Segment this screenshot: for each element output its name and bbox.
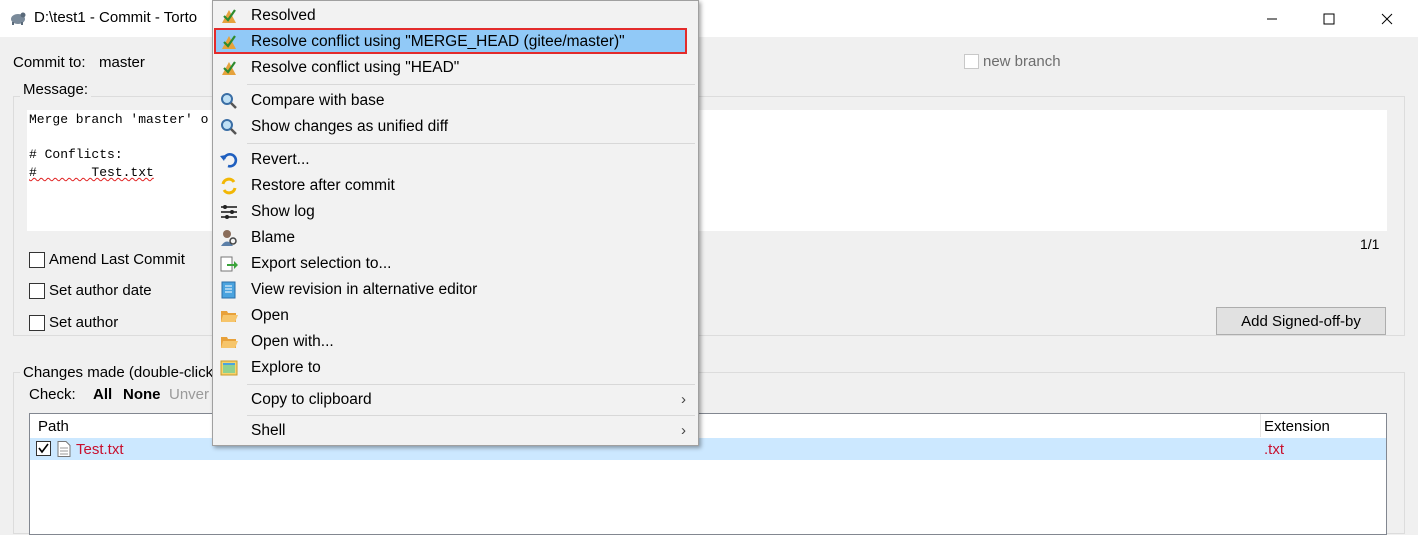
menu-item-label: Blame — [251, 229, 295, 246]
author-checkbox[interactable] — [29, 315, 45, 331]
branch-name: master — [99, 54, 145, 71]
menu-item-revert[interactable]: Revert... — [213, 147, 698, 173]
check-all-link[interactable]: All — [93, 386, 112, 403]
magnifier-icon — [221, 119, 237, 135]
check-unversioned-link[interactable]: Unver — [169, 386, 209, 403]
menu-item-label: Revert... — [251, 151, 310, 168]
chevron-right-icon: › — [681, 391, 686, 408]
tortoisegit-icon — [11, 12, 26, 25]
window-title: D:\test1 - Commit - Torto — [34, 9, 198, 26]
check-none-link[interactable]: None — [123, 386, 161, 403]
menu-item-shell[interactable]: Shell › — [213, 418, 698, 444]
changes-label: Changes made (double-click c — [20, 364, 228, 381]
menu-item-alt-editor[interactable]: View revision in alternative editor — [213, 277, 698, 303]
maximize-button[interactable] — [1300, 0, 1358, 37]
resolve-icon — [222, 35, 236, 49]
menu-item-label: Resolve conflict using "MERGE_HEAD (gite… — [251, 33, 625, 50]
author-label: Set author — [49, 314, 119, 331]
menu-item-show-log[interactable]: Show log — [213, 199, 698, 225]
checkmark-icon — [38, 443, 49, 454]
menu-item-resolve-head[interactable]: Resolve conflict using "HEAD" — [213, 55, 698, 81]
menu-item-label: Show log — [251, 203, 315, 220]
file-extension: .txt — [1264, 441, 1285, 458]
message-line: # Test.txt — [29, 165, 154, 180]
menu-item-open-with[interactable]: Open with... — [213, 329, 698, 355]
resolve-icon — [222, 61, 236, 75]
menu-item-label: Resolved — [251, 7, 316, 24]
resolve-icon — [222, 9, 236, 23]
log-icon — [221, 205, 237, 219]
menu-item-open[interactable]: Open — [213, 303, 698, 329]
column-separator[interactable] — [1260, 414, 1261, 437]
column-header-path[interactable]: Path — [38, 418, 69, 435]
restore-icon — [221, 177, 237, 195]
menu-item-resolve-merge-head[interactable]: Resolve conflict using "MERGE_HEAD (gite… — [213, 29, 698, 55]
close-button[interactable] — [1358, 0, 1416, 37]
minimize-icon — [1267, 18, 1277, 19]
menu-item-unified-diff[interactable]: Show changes as unified diff — [213, 114, 698, 140]
menu-item-label: Open — [251, 307, 289, 324]
menu-item-compare-base[interactable]: Compare with base — [213, 88, 698, 114]
message-label: Message: — [20, 81, 92, 98]
column-header-extension[interactable]: Extension — [1264, 418, 1330, 435]
editor-icon — [221, 281, 236, 299]
folder-open-icon — [221, 337, 238, 348]
menu-item-label: Show changes as unified diff — [251, 118, 449, 135]
menu-item-label: Shell — [251, 422, 286, 439]
message-line: # Conflicts: — [29, 147, 123, 162]
author-date-checkbox[interactable] — [29, 283, 45, 299]
export-icon — [220, 256, 238, 272]
blame-icon — [221, 230, 237, 246]
new-branch-checkbox[interactable] — [964, 54, 979, 69]
chevron-right-icon: › — [681, 422, 686, 439]
context-menu: Resolved Resolve conflict using "MERGE_H… — [212, 0, 699, 446]
message-line: Merge branch 'master' o — [29, 112, 209, 127]
message-counter: 1/1 — [1360, 236, 1380, 252]
folder-open-icon — [221, 311, 238, 322]
menu-item-restore-after-commit[interactable]: Restore after commit — [213, 173, 698, 199]
menu-item-blame[interactable]: Blame — [213, 225, 698, 251]
menu-item-label: Explore to — [251, 359, 321, 376]
add-signed-off-by-button[interactable]: Add Signed-off-by — [1216, 307, 1386, 335]
close-icon — [1381, 13, 1393, 24]
file-path: Test.txt — [76, 441, 124, 458]
maximize-icon — [1323, 13, 1335, 24]
new-branch-label: new branch — [983, 53, 1061, 70]
menu-item-label: Compare with base — [251, 92, 385, 109]
amend-checkbox[interactable] — [29, 252, 45, 268]
menu-item-label: Resolve conflict using "HEAD" — [251, 59, 460, 76]
menu-separator — [247, 384, 695, 385]
menu-item-label: Export selection to... — [251, 255, 392, 272]
menu-item-label: Restore after commit — [251, 177, 395, 194]
menu-item-copy-to-clipboard[interactable]: Copy to clipboard › — [213, 387, 698, 413]
minimize-button[interactable] — [1243, 0, 1301, 37]
menu-item-label: Copy to clipboard — [251, 391, 372, 408]
menu-item-explore-to[interactable]: Explore to — [213, 355, 698, 381]
menu-item-export-selection[interactable]: Export selection to... — [213, 251, 698, 277]
menu-separator — [247, 143, 695, 144]
commit-to-label: Commit to: — [13, 54, 86, 71]
file-checkbox[interactable] — [36, 441, 51, 456]
menu-separator — [247, 84, 695, 85]
revert-icon — [220, 153, 238, 168]
file-icon — [57, 441, 71, 457]
menu-item-label: View revision in alternative editor — [251, 281, 478, 298]
amend-label: Amend Last Commit — [49, 251, 185, 268]
menu-item-label: Open with... — [251, 333, 334, 350]
magnifier-icon — [221, 93, 237, 109]
menu-item-resolved[interactable]: Resolved — [213, 3, 698, 29]
check-label: Check: — [29, 386, 76, 403]
author-date-label: Set author date — [49, 282, 152, 299]
explore-icon — [220, 360, 238, 376]
menu-separator — [247, 415, 695, 416]
